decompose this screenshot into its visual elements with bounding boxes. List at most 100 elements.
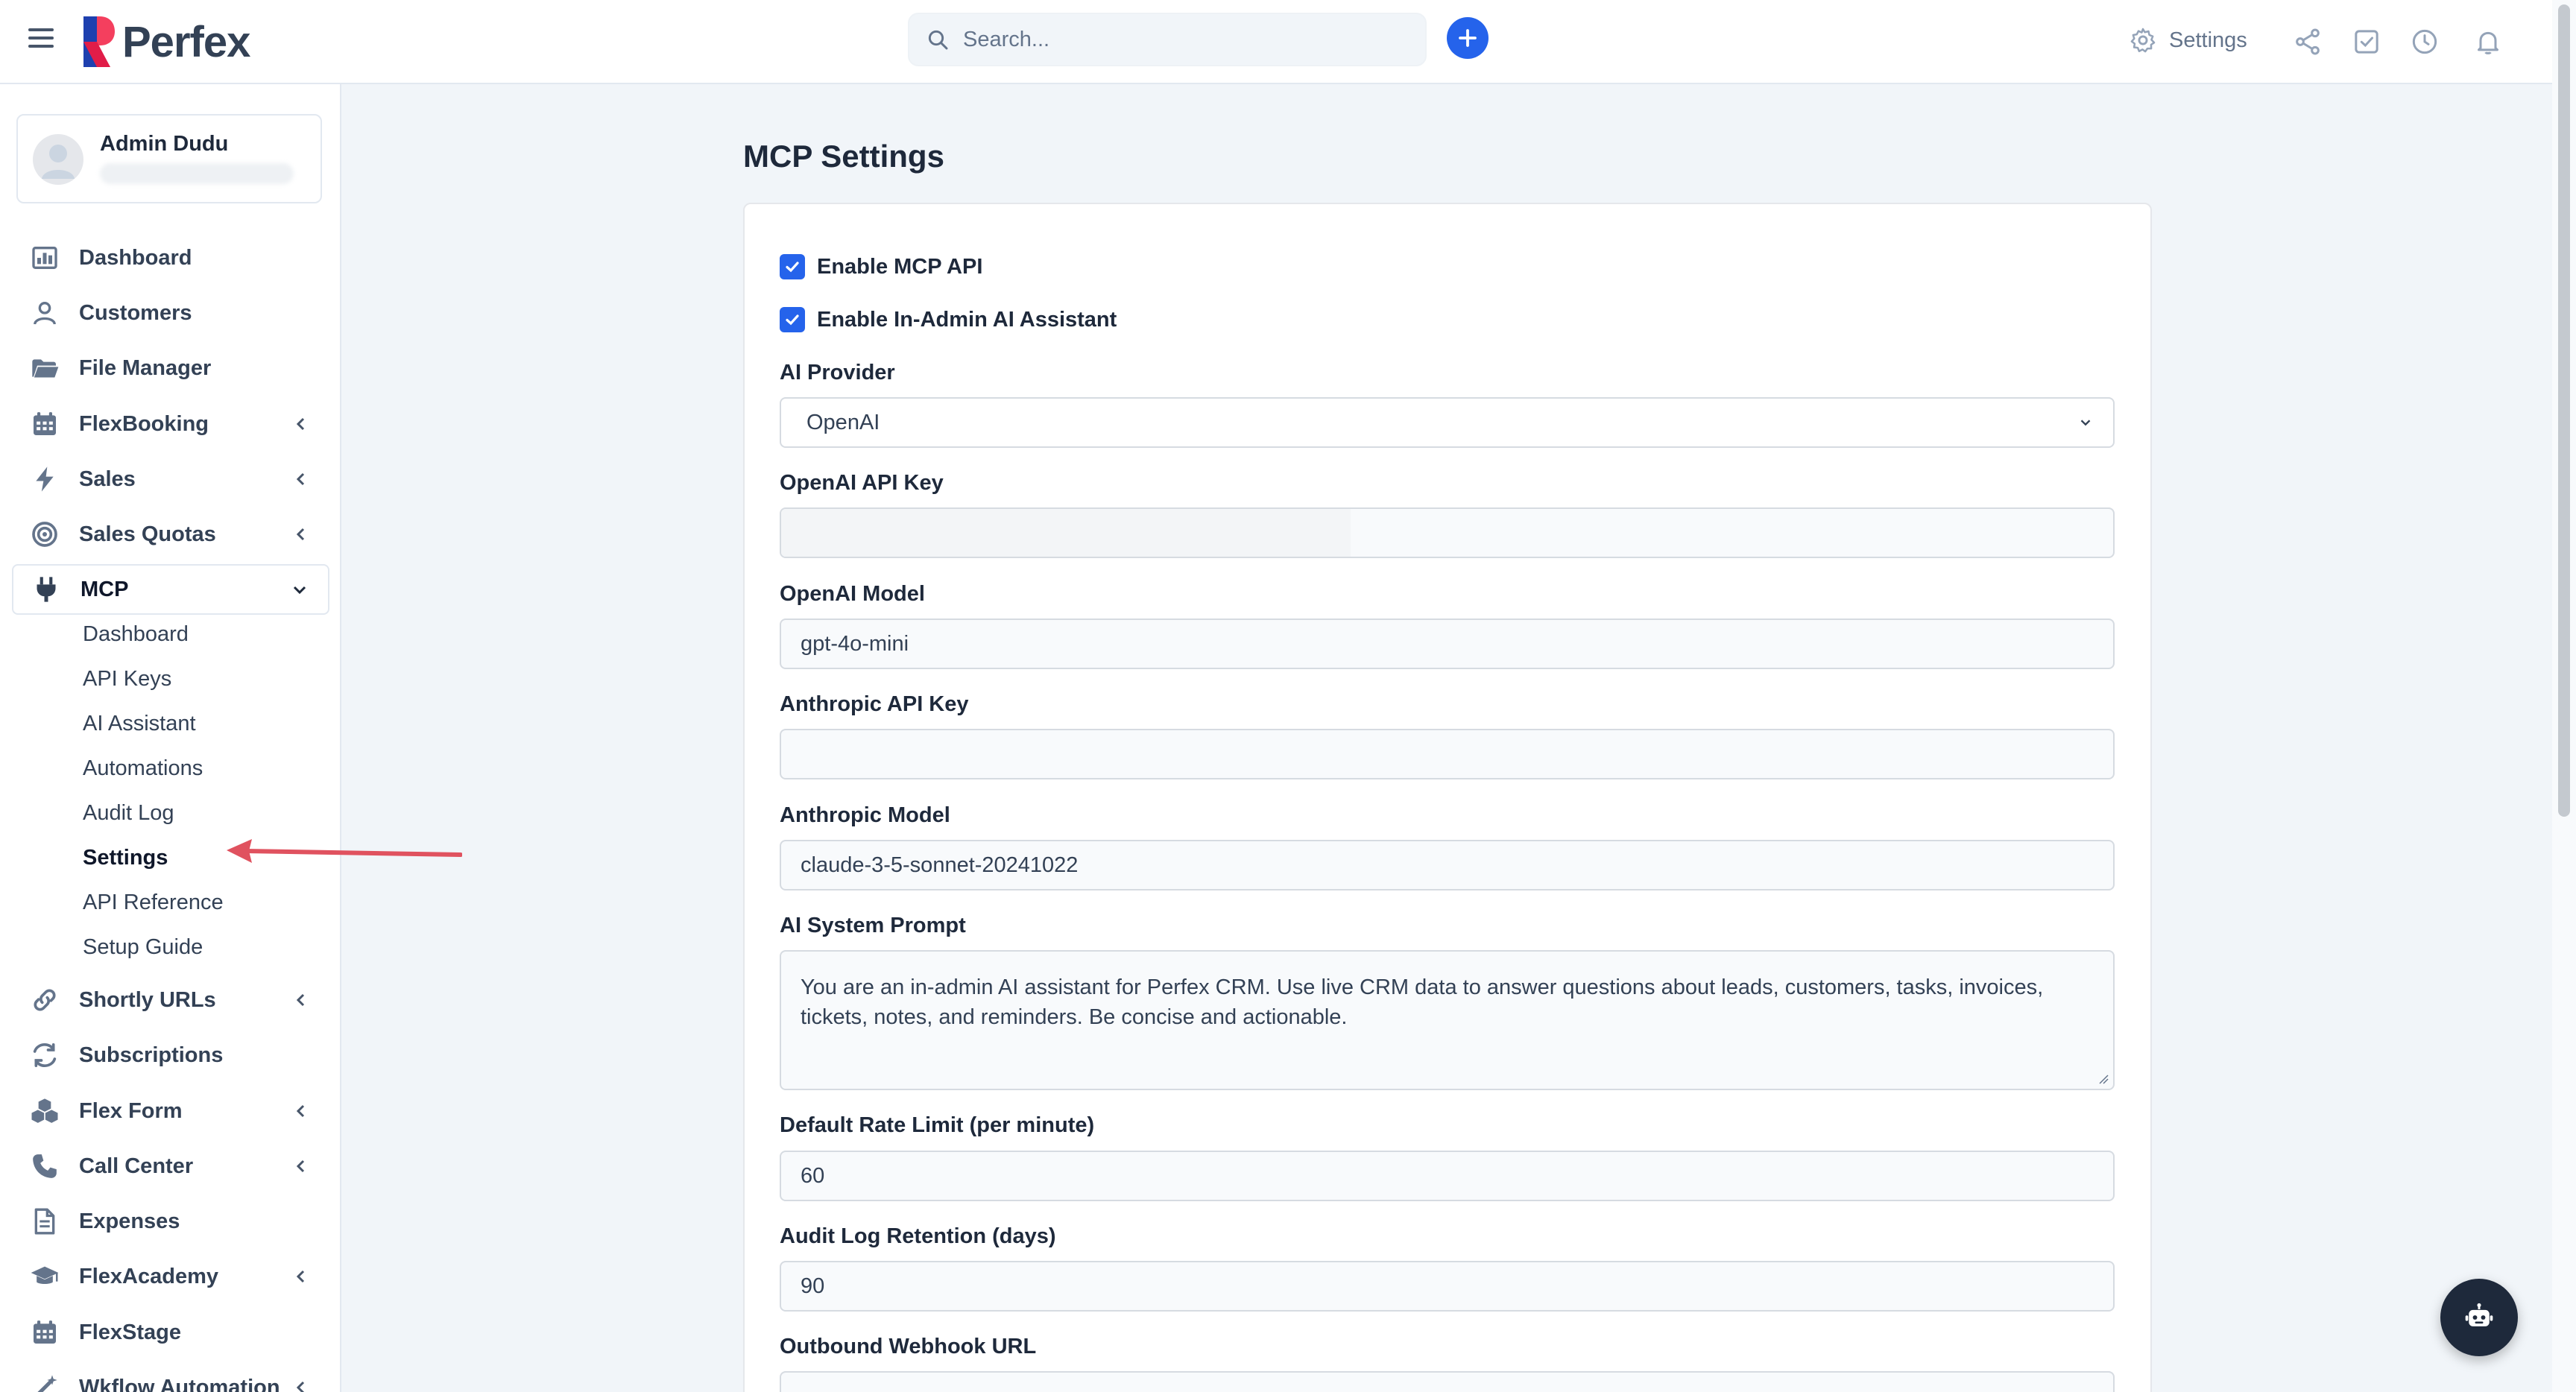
robot-icon [2465,1303,2493,1326]
openai-model-value: gpt-4o-mini [801,631,909,656]
anthropic-model-input[interactable]: claude-3-5-sonnet-20241022 [780,840,2115,890]
sidebar-item-label: Expenses [79,1209,180,1233]
webhook-url-label: Outbound Webhook URL [780,1335,1037,1358]
check-icon [786,262,799,273]
sidebar-item-label: Shortly URLs [79,987,216,1012]
sidebar-item-flexacademy[interactable]: FlexAcademy [12,1251,329,1302]
resize-handle-icon[interactable] [2098,1074,2109,1084]
ai-provider-select[interactable]: OpenAI [780,397,2115,448]
user-icon [34,302,56,325]
user-profile-card[interactable]: Admin Dudu [16,114,322,203]
user-name: Admin Dudu [100,132,229,156]
top-header: Perfex Settings [0,0,2576,84]
sidebar-item-sales-quotas[interactable]: Sales Quotas [12,509,329,560]
anthropic-api-key-label: Anthropic API Key [780,692,969,716]
sidebar-item-label: Customers [79,300,192,325]
sidebar-subitem-automations[interactable]: Automations [83,756,203,781]
sidebar-item-workflow-automation[interactable]: Wkflow Automation [12,1362,329,1392]
anthropic-model-value: claude-3-5-sonnet-20241022 [801,852,1079,877]
share-icon[interactable] [2293,27,2323,57]
ai-provider-value: OpenAI [806,410,880,434]
sidebar-item-label: File Manager [79,355,212,380]
refresh-icon [33,1043,57,1068]
sidebar-item-expenses[interactable]: Expenses [12,1196,329,1247]
chevron-left-icon [296,1381,305,1392]
settings-card [743,203,2152,1392]
graduation-cap-icon [31,1266,59,1284]
checkbox-label: Enable In-Admin AI Assistant [817,307,1117,332]
sidebar-item-file-manager[interactable]: File Manager [12,343,329,393]
sidebar-item-label: FlexBooking [79,411,209,436]
sidebar-item-flexbooking[interactable]: FlexBooking [12,399,329,449]
settings-link[interactable]: Settings [2129,26,2247,54]
sidebar-item-sales[interactable]: Sales [12,454,329,504]
enable-ai-assistant-checkbox[interactable]: Enable In-Admin AI Assistant [780,307,1117,332]
sidebar-item-shortly-urls[interactable]: Shortly URLs [12,975,329,1025]
page-scrollbar[interactable] [2552,0,2576,1392]
sidebar: Admin Dudu Dashboard Customers File Mana… [0,84,341,1392]
openai-api-key-input[interactable] [780,507,2115,558]
system-prompt-textarea[interactable]: You are an in-admin AI assistant for Per… [780,950,2115,1090]
sidebar-subitem-audit-log[interactable]: Audit Log [83,801,174,826]
sidebar-subitem-settings[interactable]: Settings [83,846,168,870]
folder-icon [32,359,59,378]
sidebar-subitem-api-reference[interactable]: API Reference [83,890,224,915]
perfex-logo-icon [83,16,115,67]
logo[interactable]: Perfex [80,15,250,69]
chevron-down-icon [293,586,306,595]
cubes-icon [31,1098,58,1123]
webhook-url-input[interactable] [780,1371,2115,1392]
search-input[interactable] [963,27,1410,52]
chevron-left-icon [296,1160,305,1173]
gear-icon [2130,28,2156,53]
anthropic-api-key-input[interactable] [780,729,2115,779]
sidebar-item-flexstage[interactable]: FlexStage [12,1307,329,1358]
audit-retention-input[interactable]: 90 [780,1261,2115,1312]
calendar-icon [34,1320,56,1344]
file-icon [34,1208,55,1235]
dashboard-icon [32,247,57,269]
openai-model-label: OpenAI Model [780,582,925,606]
sidebar-item-label: FlexStage [79,1320,181,1344]
ai-assistant-bot-button[interactable] [2440,1279,2518,1356]
sidebar-item-label: Wkflow Automation [79,1375,280,1392]
plug-icon [37,577,56,602]
sidebar-subitem-dashboard[interactable]: Dashboard [83,622,189,647]
menu-toggle-icon[interactable] [28,28,54,54]
target-icon [32,522,57,547]
calendar-icon [34,412,56,435]
sidebar-item-customers[interactable]: Customers [12,288,329,338]
sidebar-item-subscriptions[interactable]: Subscriptions [12,1030,329,1081]
chevron-left-icon [296,1270,305,1283]
sidebar-item-label: Sales [79,466,136,491]
sidebar-item-flex-form[interactable]: Flex Form [12,1086,329,1136]
audit-retention-value: 90 [801,1274,825,1298]
sidebar-subitem-ai-assistant[interactable]: AI Assistant [83,712,196,736]
chevron-down-icon [2080,420,2091,426]
sidebar-subitem-setup-guide[interactable]: Setup Guide [83,935,203,960]
phone-icon [33,1154,57,1178]
redacted-key [781,509,1351,557]
sidebar-item-label: Dashboard [79,245,192,270]
openai-model-input[interactable]: gpt-4o-mini [780,619,2115,669]
quick-add-button[interactable] [1447,17,1489,59]
sidebar-item-label: Flex Form [79,1098,183,1123]
rate-limit-input[interactable]: 60 [780,1151,2115,1201]
checkbox-checked[interactable] [780,254,805,279]
rate-limit-value: 60 [801,1163,825,1188]
sidebar-subitem-api-keys[interactable]: API Keys [83,667,171,692]
sidebar-item-mcp[interactable]: MCP [12,564,329,615]
search-box[interactable] [908,13,1427,66]
scrollbar-thumb[interactable] [2558,4,2570,817]
sidebar-item-label: Sales Quotas [79,522,216,546]
checkbox-checked[interactable] [780,307,805,332]
anthropic-model-label: Anthropic Model [780,803,950,827]
check-icon [786,314,799,326]
sidebar-item-dashboard[interactable]: Dashboard [12,232,329,283]
task-check-icon[interactable] [2352,27,2381,57]
annotation-arrow-icon [227,839,462,863]
sidebar-item-call-center[interactable]: Call Center [12,1141,329,1192]
clock-icon[interactable] [2410,27,2440,57]
bell-icon[interactable] [2473,27,2503,57]
enable-mcp-api-checkbox[interactable]: Enable MCP API [780,254,982,279]
